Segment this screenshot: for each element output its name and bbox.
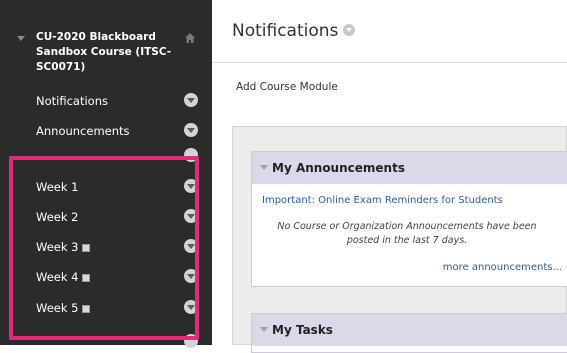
chevron-down-icon[interactable] <box>184 123 198 137</box>
module-header[interactable]: My Tasks <box>252 314 567 346</box>
caret-down-icon[interactable] <box>260 165 268 170</box>
home-icon[interactable] <box>184 32 196 44</box>
sidebar-item-label[interactable]: Announcements <box>36 123 130 139</box>
course-menu: CU-2020 Blackboard Sandbox Course (ITSC-… <box>0 0 212 348</box>
chevron-down-icon[interactable] <box>184 93 198 107</box>
my-announcements-module: My Announcements Important: Online Exam … <box>251 151 567 287</box>
more-announcements-link[interactable]: more announcements... <box>443 262 562 273</box>
my-tasks-module: My Tasks <box>251 313 567 353</box>
sidebar-item-label[interactable]: Notifications <box>36 93 108 109</box>
module-area: My Announcements Important: Online Exam … <box>232 126 567 353</box>
add-course-module-button[interactable]: Add Course Module <box>236 81 338 93</box>
divider <box>212 62 567 63</box>
module-header[interactable]: My Announcements <box>252 152 567 184</box>
page-title: Notifications <box>232 21 339 41</box>
chevron-down-icon[interactable] <box>343 24 356 36</box>
collapse-caret-icon[interactable] <box>17 36 25 41</box>
caret-down-icon[interactable] <box>260 327 268 332</box>
sidebar-item-notifications[interactable]: Notifications <box>0 90 212 112</box>
main-content: Notifications Add Course Module My Annou… <box>212 0 567 353</box>
page-title-row: Notifications <box>232 20 356 44</box>
announcement-note: No Course or Organization Announcements … <box>277 221 537 246</box>
announcement-link[interactable]: Important: Online Exam Reminders for Stu… <box>262 195 503 206</box>
course-header[interactable]: CU-2020 Blackboard Sandbox Course (ITSC-… <box>0 22 212 80</box>
sidebar-item-announcements[interactable]: Announcements <box>0 120 212 142</box>
module-title: My Tasks <box>272 323 333 337</box>
module-title: My Announcements <box>272 161 405 175</box>
course-title[interactable]: CU-2020 Blackboard Sandbox Course (ITSC-… <box>36 30 176 75</box>
highlight-box <box>9 156 199 340</box>
